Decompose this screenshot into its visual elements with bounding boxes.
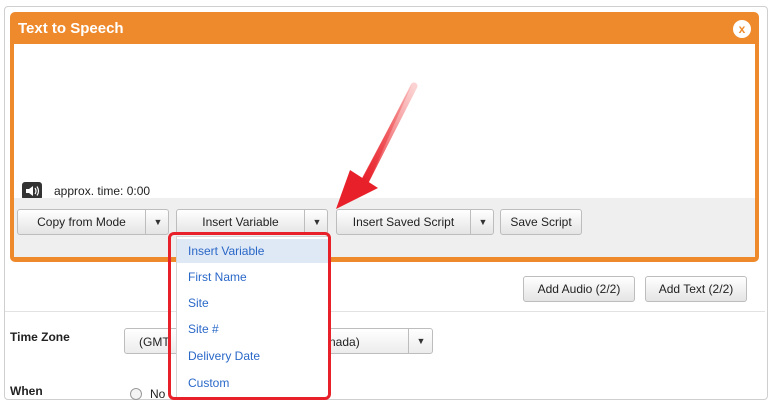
copy-from-mode-label: Copy from Mode (37, 215, 126, 229)
insert-saved-script-button[interactable]: Insert Saved Script ▼ (336, 209, 494, 235)
dropdown-arrow-icon[interactable]: ▼ (408, 329, 433, 353)
highlight-box (168, 232, 331, 400)
close-icon[interactable]: x (733, 20, 751, 38)
text-to-speech-dialog: Text to Speech x approx. time: 0:00 Copy… (10, 12, 759, 262)
when-now-label: No (150, 387, 166, 401)
when-now-radio[interactable] (130, 388, 142, 400)
time-zone-value-left: (GMT (139, 335, 170, 349)
section-divider (5, 311, 765, 312)
dialog-title: Text to Speech (18, 20, 124, 37)
time-zone-value-right: nada) (329, 335, 360, 349)
dropdown-arrow-icon[interactable]: ▼ (145, 210, 170, 234)
dialog-toolbar: Copy from Mode ▼ Insert Variable ▼ Inser… (14, 198, 755, 257)
script-text-area[interactable]: approx. time: 0:00 (14, 44, 755, 200)
when-label: When (10, 384, 43, 398)
dropdown-arrow-icon[interactable]: ▼ (470, 210, 495, 234)
add-text-button[interactable]: Add Text (2/2) (645, 276, 747, 302)
insert-saved-script-label: Insert Saved Script (352, 215, 455, 229)
insert-variable-label: Insert Variable (202, 215, 279, 229)
dropdown-arrow-icon[interactable]: ▼ (304, 210, 329, 234)
approx-time-label: approx. time: 0:00 (54, 184, 151, 198)
copy-from-mode-button[interactable]: Copy from Mode ▼ (17, 209, 169, 235)
save-script-button[interactable]: Save Script (500, 209, 582, 235)
time-zone-label: Time Zone (10, 330, 70, 344)
add-audio-button[interactable]: Add Audio (2/2) (523, 276, 635, 302)
